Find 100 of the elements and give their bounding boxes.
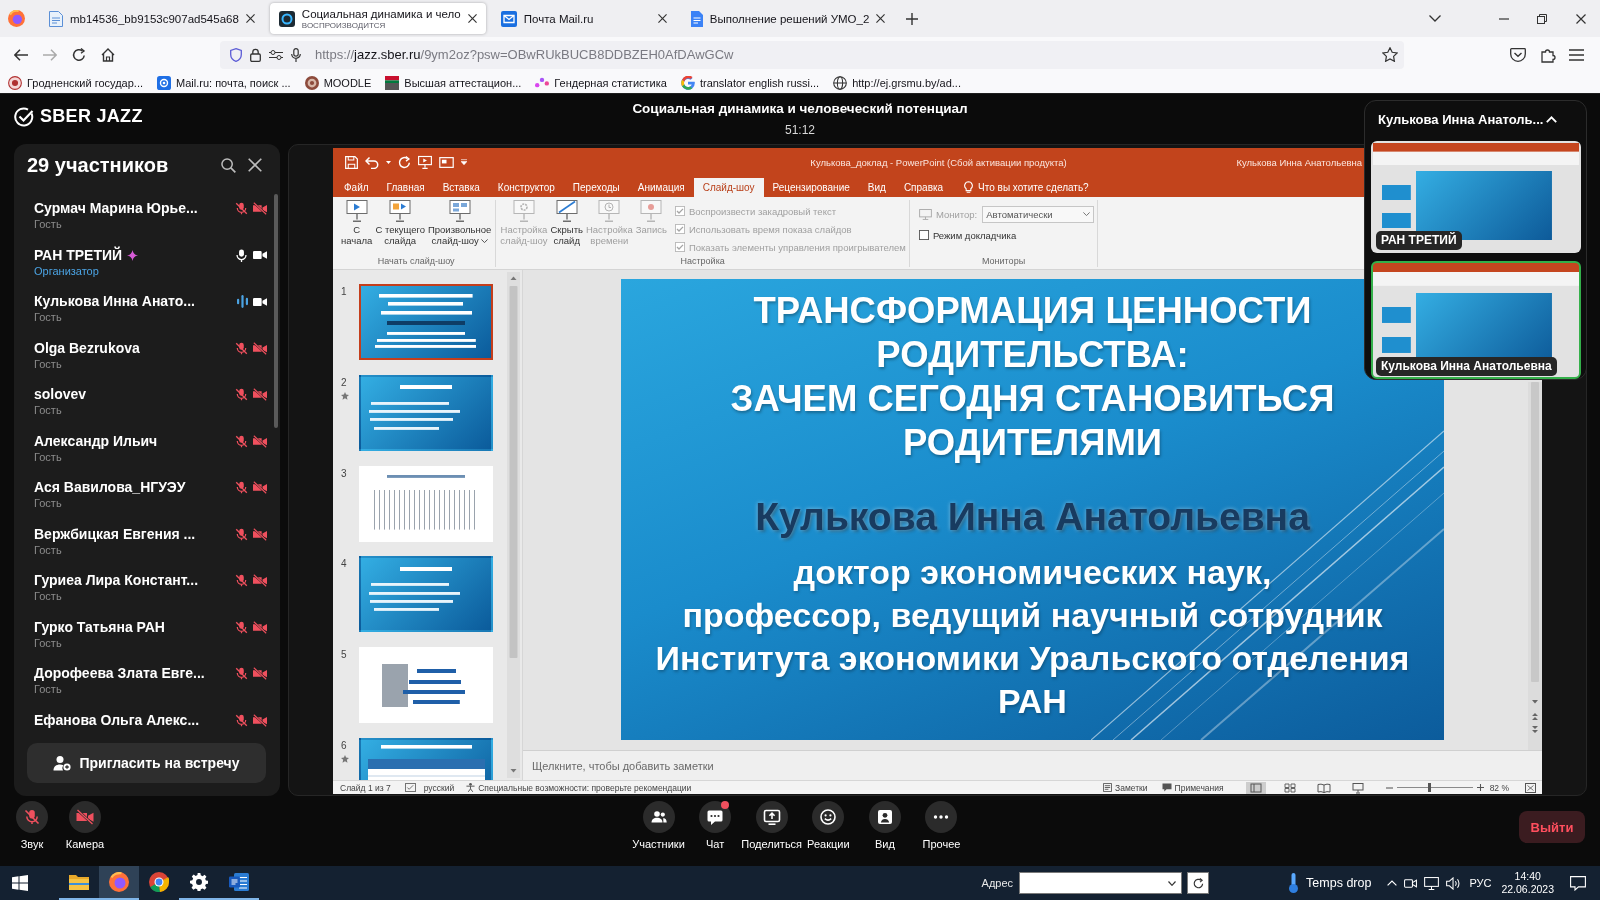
windows-icon[interactable] (12, 875, 28, 891)
ribbon-tab[interactable]: Переходы (563, 178, 629, 197)
smiley-icon[interactable] (812, 801, 845, 833)
view-button[interactable]: Вид (856, 801, 913, 851)
browser-tab[interactable]: Социальная динамика и чело ВОСПРОИЗВОДИТСЯ (269, 3, 486, 34)
spellcheck-icon[interactable] (404, 783, 416, 792)
monitor-icon[interactable] (1424, 876, 1440, 890)
save-icon[interactable] (345, 155, 358, 169)
browser-tab[interactable]: mb14536_bb9153c907ad545a68 (40, 3, 264, 34)
video-camera-icon[interactable] (1404, 876, 1418, 890)
redo-icon[interactable] (398, 155, 411, 169)
accessibility-button[interactable]: Специальные возможности: проверьте рекомендации (466, 782, 692, 793)
bookmark-item[interactable]: Mail.ru: почта, поиск ... (157, 75, 291, 90)
lock-icon[interactable] (250, 47, 261, 62)
scrollbar[interactable] (1528, 382, 1542, 750)
ribbon-tab[interactable]: Анимация (628, 178, 694, 197)
more-button[interactable]: Прочее (913, 801, 970, 851)
slide-thumbnail[interactable] (359, 374, 493, 451)
reload-icon[interactable] (71, 47, 86, 62)
close-icon[interactable] (657, 14, 667, 23)
close-icon[interactable] (467, 14, 477, 23)
notes-button[interactable]: Заметки (1103, 782, 1148, 793)
search-icon[interactable] (221, 158, 236, 173)
close-icon[interactable] (245, 14, 255, 23)
comments-button[interactable]: Примечания (1161, 782, 1224, 793)
chevron-up-icon[interactable] (1387, 880, 1398, 886)
chevron-down-icon[interactable] (1429, 15, 1441, 22)
microphone-icon[interactable] (291, 47, 301, 62)
invite-button[interactable]: Пригласить на встречу (27, 743, 266, 783)
chevron-up-icon[interactable] (1546, 116, 1558, 123)
language-status[interactable]: русский (423, 782, 455, 793)
menu-icon[interactable] (1569, 48, 1584, 61)
pocket-icon[interactable] (1510, 47, 1526, 62)
plus-icon[interactable] (1476, 784, 1484, 791)
customize-caret-icon[interactable] (461, 159, 467, 165)
slide-thumbnail[interactable] (359, 556, 493, 633)
ribbon-tab[interactable]: Главная (377, 178, 434, 197)
extensions-icon[interactable] (1541, 46, 1556, 63)
microphone-button[interactable]: Звук (16, 801, 48, 851)
back-icon[interactable] (13, 48, 28, 61)
normal-view-icon[interactable] (1245, 781, 1266, 794)
ribbon-tab[interactable]: Рецензирование (763, 178, 859, 197)
checkbox[interactable] (918, 230, 929, 240)
leave-button[interactable]: Выйти (1519, 811, 1585, 843)
bookmark-item[interactable]: MOODLE (304, 75, 372, 90)
projector-screen-icon[interactable] (418, 155, 432, 169)
window-icon[interactable] (439, 156, 454, 168)
close-icon[interactable] (248, 158, 262, 172)
close-icon[interactable] (1576, 13, 1586, 24)
scrollbar[interactable] (507, 272, 520, 778)
clock-button[interactable]: 14:40 22.06.2023 (1501, 870, 1554, 896)
browser-tab[interactable]: Выполнение решений УМО_2 (681, 3, 895, 34)
shield-icon[interactable] (230, 47, 242, 62)
notifications-icon[interactable] (1570, 875, 1586, 891)
slide-thumbnail[interactable] (359, 465, 493, 542)
notes-field[interactable]: Щелкните, чтобы добавить заметки (523, 750, 1542, 780)
caret-down-icon[interactable] (386, 160, 391, 164)
browser-tab[interactable]: Почта Mail.ru (491, 3, 676, 34)
fit-to-window-icon[interactable] (1525, 782, 1536, 793)
close-icon[interactable] (876, 14, 886, 23)
browser-logo-icon[interactable] (8, 10, 25, 27)
scrollbar[interactable] (274, 194, 278, 428)
home-icon[interactable] (100, 47, 115, 62)
bookmark-item[interactable]: http://ej.grsmu.by/ad... (833, 75, 961, 90)
input-language[interactable]: РУС (1469, 877, 1492, 889)
more-icon[interactable] (925, 801, 958, 833)
slide-thumbnail[interactable] (359, 647, 493, 724)
ribbon-button[interactable]: Скрыть слайд (549, 200, 584, 256)
chat-bubble-icon[interactable] (699, 801, 732, 833)
camera-off-icon[interactable] (69, 801, 101, 833)
restore-icon[interactable] (1537, 13, 1547, 24)
minimize-icon[interactable] (1499, 17, 1509, 20)
bookmark-item[interactable]: Высшая аттестацион... (385, 75, 522, 90)
people-icon[interactable] (642, 801, 675, 833)
sliders-icon[interactable] (269, 49, 283, 60)
address-bar[interactable]: https://jazz.sber.ru/9ym2oz?psw=OBwRUkBUCB8DDBZEH0AfDAwGCw (220, 40, 1404, 69)
ribbon-tab[interactable]: Вид (858, 178, 895, 197)
ribbon-tab[interactable]: Конструктор (488, 178, 564, 197)
star-icon[interactable] (1382, 47, 1398, 62)
participants-button[interactable]: Участники (630, 801, 687, 851)
ribbon-tab[interactable]: Справка (894, 178, 953, 197)
share-button[interactable]: Поделиться (743, 801, 800, 851)
refresh-button[interactable] (1187, 872, 1210, 894)
volume-icon[interactable] (1446, 876, 1462, 890)
zoom-percent[interactable]: 82 % (1489, 782, 1509, 793)
caret-down-icon[interactable] (1168, 880, 1177, 886)
ribbon-button[interactable]: С начала (340, 200, 374, 256)
address-field[interactable] (1019, 872, 1183, 894)
undo-icon[interactable] (365, 155, 379, 169)
bookmark-item[interactable]: Гендерная статистика (535, 76, 667, 89)
plus-icon[interactable] (906, 12, 919, 25)
ribbon-tab[interactable]: Файл (335, 178, 378, 197)
microphone-off-icon[interactable] (16, 801, 48, 833)
weather-button[interactable]: Temps drop (1289, 873, 1372, 893)
ribbon-tab[interactable]: Вставка (433, 178, 489, 197)
ribbon-button[interactable]: Произвольное слайд-шоу (426, 200, 493, 256)
slider-thumb[interactable] (1427, 783, 1431, 792)
ribbon-button[interactable]: С текущего слайда (374, 200, 426, 256)
tell-me-search[interactable]: Что вы хотите сделать? (964, 178, 1089, 197)
screen-share-icon[interactable] (755, 801, 788, 833)
